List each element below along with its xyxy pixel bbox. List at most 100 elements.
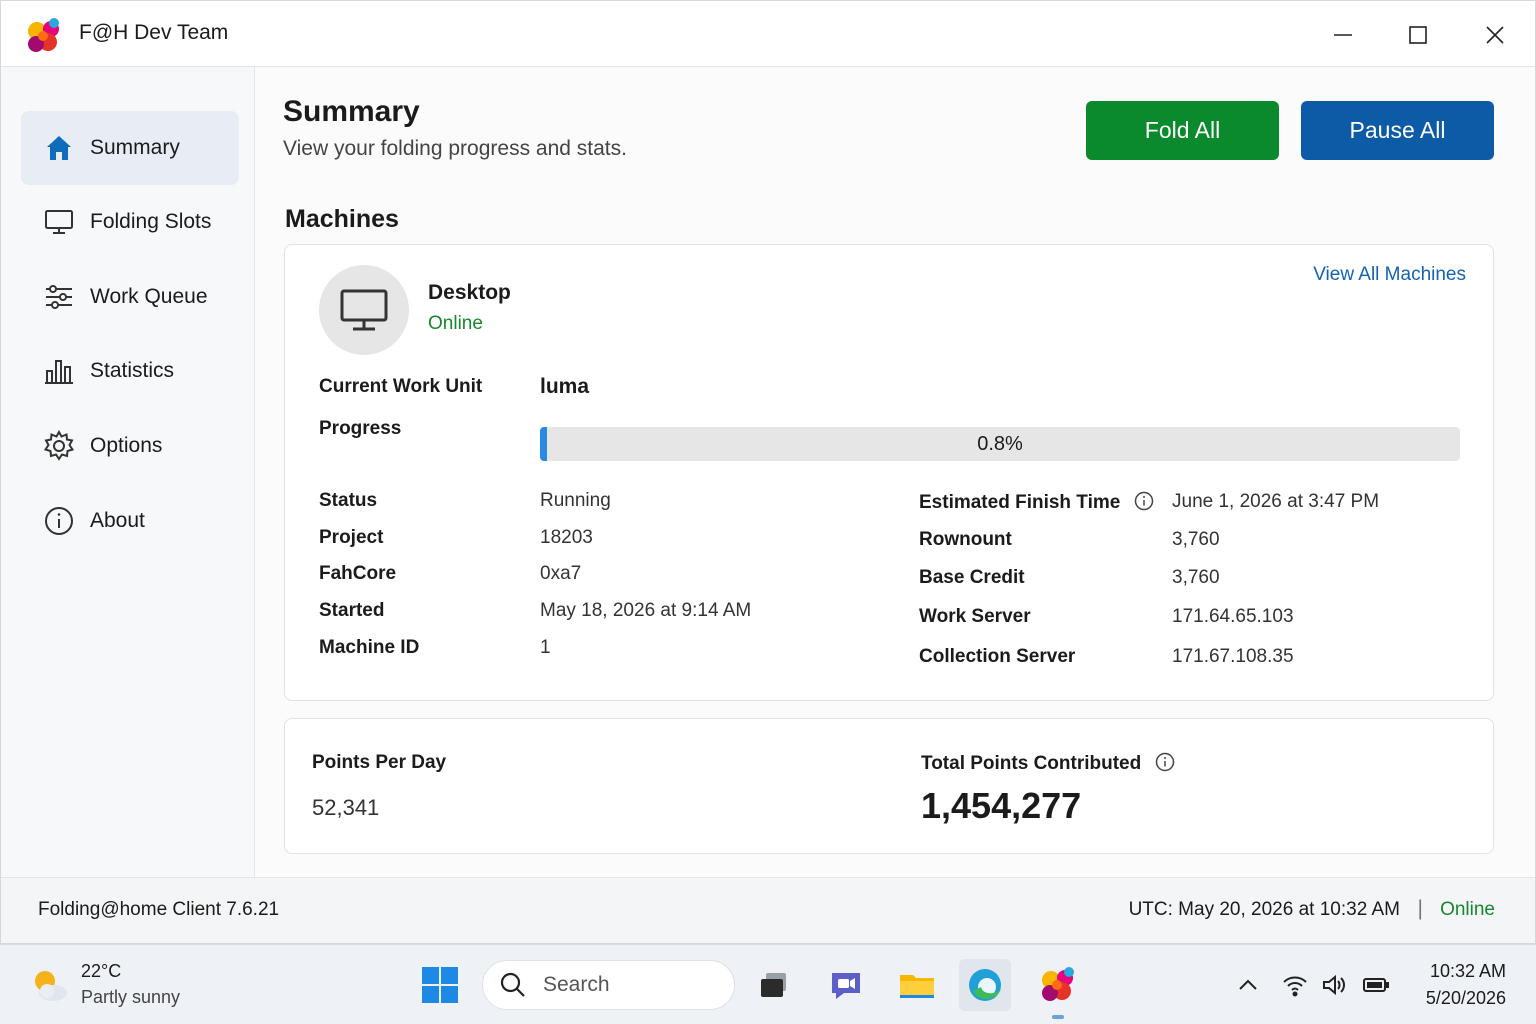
detail-label-base-credit: Base Credit bbox=[919, 567, 1025, 588]
close-icon bbox=[1486, 26, 1504, 44]
show-hidden-icons-button[interactable] bbox=[1234, 971, 1264, 1001]
task-view-icon bbox=[761, 973, 786, 997]
volume-button[interactable] bbox=[1320, 971, 1350, 1001]
sidebar-item-summary[interactable]: Summary bbox=[21, 111, 239, 185]
detail-label-fahcore: FahCore bbox=[319, 563, 397, 584]
sidebar-item-about[interactable]: About bbox=[21, 484, 239, 558]
machine-avatar bbox=[319, 265, 409, 355]
file-explorer-button[interactable] bbox=[891, 959, 943, 1011]
taskbar-search[interactable]: Search bbox=[482, 960, 735, 1010]
points-per-day-value: 52,341 bbox=[312, 795, 380, 820]
detail-label-credit: Rownount bbox=[919, 529, 1012, 550]
chevron-up-icon bbox=[1239, 979, 1257, 990]
progress-text: 0.8% bbox=[977, 432, 1023, 455]
view-all-machines-link[interactable]: View All Machines bbox=[1313, 264, 1466, 286]
close-button[interactable] bbox=[1472, 15, 1518, 55]
app-window: F@H Dev Team Summary Folding Slots Work … bbox=[0, 0, 1536, 944]
title-bar: F@H Dev Team bbox=[1, 1, 1535, 67]
info-icon[interactable] bbox=[1134, 491, 1154, 511]
detail-value-machine-id: 1 bbox=[540, 637, 551, 658]
page-title: Summary bbox=[283, 95, 420, 128]
current-work-unit-label: Current Work Unit bbox=[319, 376, 483, 397]
page-subtitle: View your folding progress and stats. bbox=[283, 137, 627, 160]
search-icon bbox=[500, 972, 525, 997]
client-version: Folding@home Client 7.6.21 bbox=[38, 899, 280, 920]
current-work-unit-value: luma bbox=[540, 375, 590, 398]
edge-icon bbox=[969, 969, 1001, 1001]
detail-value-status: Running bbox=[540, 490, 611, 511]
search-placeholder: Search bbox=[543, 973, 610, 996]
wifi-icon bbox=[1283, 976, 1307, 997]
sliders-icon bbox=[43, 281, 75, 313]
battery-button[interactable] bbox=[1362, 971, 1392, 1001]
minimize-button[interactable] bbox=[1320, 15, 1366, 55]
home-icon bbox=[43, 132, 75, 164]
edge-browser-button[interactable] bbox=[959, 959, 1011, 1011]
info-icon[interactable] bbox=[1155, 752, 1175, 772]
sidebar-item-statistics[interactable]: Statistics bbox=[21, 334, 239, 408]
sidebar: Summary Folding Slots Work Queue Statist… bbox=[1, 67, 255, 877]
detail-value-project: 18203 bbox=[540, 527, 593, 548]
sidebar-item-label: Work Queue bbox=[90, 285, 208, 308]
detail-label-started: Started bbox=[319, 600, 385, 621]
detail-value-collection-server: 171.67.108.35 bbox=[1172, 646, 1294, 667]
detail-label-project: Project bbox=[319, 527, 384, 548]
points-per-day-label: Points Per Day bbox=[312, 752, 447, 773]
taskbar: 22°C Partly sunny Search 10:32 AM 5/20/2… bbox=[0, 944, 1536, 1024]
detail-label-text: Estimated Finish Time bbox=[919, 492, 1121, 513]
windows-icon bbox=[422, 967, 458, 1003]
sidebar-item-work-queue[interactable]: Work Queue bbox=[21, 260, 239, 334]
sidebar-item-options[interactable]: Options bbox=[21, 409, 239, 483]
weather-description: Partly sunny bbox=[81, 987, 181, 1007]
minimize-icon bbox=[1334, 34, 1352, 36]
taskbar-clock-time[interactable]: 10:32 AM bbox=[1430, 961, 1506, 982]
sidebar-item-label: Statistics bbox=[90, 359, 175, 382]
status-bar: Folding@home Client 7.6.21 UTC: May 20, … bbox=[1, 877, 1535, 943]
detail-label-status: Status bbox=[319, 490, 378, 511]
status-separator: | bbox=[1417, 897, 1423, 920]
progress-label: Progress bbox=[319, 418, 402, 439]
total-points-label-text: Total Points Contributed bbox=[921, 753, 1142, 774]
pause-all-button[interactable]: Pause All bbox=[1301, 101, 1494, 160]
bar-chart-icon bbox=[43, 355, 75, 387]
taskbar-clock-date[interactable]: 5/20/2026 bbox=[1426, 988, 1506, 1009]
detail-label-collection-server: Collection Server bbox=[919, 646, 1076, 667]
sidebar-item-label: About bbox=[90, 509, 145, 532]
detail-value-work-server: 171.64.65.103 bbox=[1172, 606, 1294, 627]
detail-value-base-credit: 3,760 bbox=[1172, 567, 1220, 588]
maximize-button[interactable] bbox=[1395, 15, 1441, 55]
machines-section-title: Machines bbox=[285, 205, 399, 233]
detail-label-work-server: Work Server bbox=[919, 606, 1031, 627]
sidebar-item-label: Summary bbox=[90, 136, 180, 159]
detail-label-estimated-finish: Estimated Finish Time bbox=[919, 491, 1154, 514]
detail-value-started: May 18, 2026 at 9:14 AM bbox=[540, 600, 752, 621]
desktop-icon bbox=[340, 289, 388, 331]
sidebar-item-label: Folding Slots bbox=[90, 210, 212, 233]
wifi-button[interactable] bbox=[1281, 971, 1311, 1001]
fold-all-button[interactable]: Fold All bbox=[1086, 101, 1279, 160]
start-button[interactable] bbox=[414, 959, 466, 1011]
gear-icon bbox=[43, 430, 75, 462]
sidebar-item-folding-slots[interactable]: Folding Slots bbox=[21, 185, 239, 259]
detail-label-machine-id: Machine ID bbox=[319, 637, 420, 658]
total-points-value: 1,454,277 bbox=[921, 785, 1082, 826]
battery-icon bbox=[1363, 978, 1389, 992]
weather-temperature: 22°C bbox=[81, 961, 122, 981]
folding-at-home-taskbar-button[interactable] bbox=[1032, 959, 1084, 1011]
points-card: Points Per Day 52,341 Total Points Contr… bbox=[284, 718, 1494, 854]
task-view-button[interactable] bbox=[747, 959, 799, 1011]
chat-app-button[interactable] bbox=[820, 959, 872, 1011]
monitor-icon bbox=[43, 206, 75, 238]
folding-at-home-icon bbox=[1042, 967, 1074, 1001]
info-icon bbox=[43, 505, 75, 537]
total-points-label: Total Points Contributed bbox=[921, 752, 1175, 775]
detail-value-estimated-finish: June 1, 2026 at 3:47 PM bbox=[1172, 491, 1380, 512]
utc-time: UTC: May 20, 2026 at 10:32 AM bbox=[1128, 899, 1400, 920]
detail-value-fahcore: 0xa7 bbox=[540, 563, 582, 584]
active-app-indicator bbox=[1052, 1015, 1064, 1019]
window-title: F@H Dev Team bbox=[79, 21, 229, 44]
partly-sunny-icon[interactable] bbox=[28, 965, 72, 1005]
machine-name: Desktop bbox=[428, 281, 511, 304]
volume-icon bbox=[1323, 974, 1345, 996]
connection-status: Online bbox=[1440, 899, 1495, 920]
